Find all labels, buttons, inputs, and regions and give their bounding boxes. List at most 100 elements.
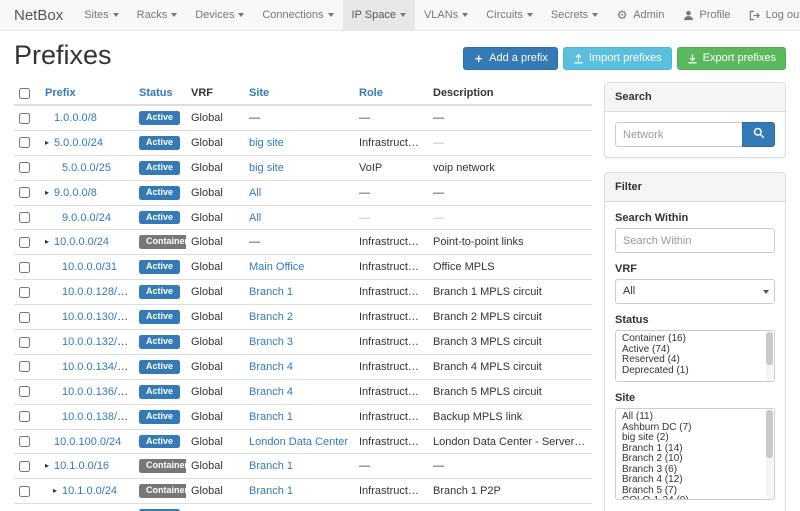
table-row: ▸10.0.0.0/24ContainerGlobal—Infrastructu… xyxy=(14,230,592,255)
site-link[interactable]: big site xyxy=(249,162,284,174)
site-link[interactable]: Branch 3 xyxy=(249,336,293,348)
site-link[interactable]: London Data Center xyxy=(249,436,348,448)
listbox-option[interactable]: Branch 4 (12) xyxy=(622,475,762,486)
nav-item-admin[interactable]: ⚙Admin xyxy=(607,0,673,30)
row-checkbox[interactable] xyxy=(19,237,30,248)
row-checkbox[interactable] xyxy=(19,411,30,422)
table-row: 10.0.100.0/24ActiveGlobalLondon Data Cen… xyxy=(14,429,592,454)
row-checkbox[interactable] xyxy=(19,312,30,323)
row-checkbox[interactable] xyxy=(19,337,30,348)
nav-item-connections[interactable]: Connections xyxy=(253,0,342,30)
column-sort-link[interactable]: Site xyxy=(249,87,269,99)
dropdown-caret-icon xyxy=(462,13,468,17)
prefix-link[interactable]: 5.0.0.0/25 xyxy=(62,162,111,174)
vrf-select[interactable]: All xyxy=(615,279,775,304)
search-input[interactable] xyxy=(615,122,742,147)
row-checkbox[interactable] xyxy=(19,162,30,173)
row-checkbox[interactable] xyxy=(19,187,30,198)
status-label: Status xyxy=(615,314,775,326)
prefix-link[interactable]: 10.0.100.0/24 xyxy=(54,436,121,448)
site-link[interactable]: All xyxy=(249,212,261,224)
row-checkbox[interactable] xyxy=(19,461,30,472)
listbox-option[interactable]: Deprecated (1) xyxy=(622,366,762,377)
row-checkbox[interactable] xyxy=(19,113,30,124)
nav-item-sites[interactable]: Sites xyxy=(75,0,127,30)
status-badge: Active xyxy=(139,211,180,225)
brand-logo[interactable]: NetBox xyxy=(12,0,75,30)
prefix-link[interactable]: 10.0.0.0/24 xyxy=(54,236,109,248)
nav-item-profile[interactable]: Profile xyxy=(673,0,739,30)
column-header-role[interactable]: Role xyxy=(354,82,428,105)
status-scrollbar[interactable] xyxy=(766,332,773,380)
description-cell: Branch 1 MPLS circuit xyxy=(428,280,592,305)
nav-item-vlans[interactable]: VLANs xyxy=(415,0,477,30)
nav-item-racks[interactable]: Racks xyxy=(128,0,187,30)
site-link[interactable]: Branch 4 xyxy=(249,386,293,398)
prefix-link[interactable]: 1.0.0.0/8 xyxy=(54,112,97,124)
vrf-cell: Global xyxy=(186,230,244,255)
prefix-link[interactable]: 10.0.0.138/31 xyxy=(62,411,129,423)
prefix-link[interactable]: 10.0.0.128/31 xyxy=(62,286,129,298)
listbox-option[interactable]: big site (2) xyxy=(622,433,762,444)
nav-item-secrets[interactable]: Secrets xyxy=(542,0,607,30)
listbox-option[interactable]: Reserved (4) xyxy=(622,355,762,366)
site-link[interactable]: Branch 1 xyxy=(249,411,293,423)
site-link[interactable]: All xyxy=(249,187,261,199)
row-checkbox[interactable] xyxy=(19,262,30,273)
prefix-link[interactable]: 5.0.0.0/24 xyxy=(54,137,103,149)
column-header-site[interactable]: Site xyxy=(244,82,354,105)
site-scrollbar[interactable] xyxy=(766,410,773,498)
listbox-option[interactable]: Branch 2 (10) xyxy=(622,454,762,465)
prefix-link[interactable]: 10.1.0.0/16 xyxy=(54,460,109,472)
site-listbox[interactable]: All (11)Ashburn DC (7)big site (2)Branch… xyxy=(615,408,775,500)
column-header-status[interactable]: Status xyxy=(134,82,186,105)
prefix-link[interactable]: 10.0.0.0/31 xyxy=(62,261,117,273)
nav-item-label: Admin xyxy=(633,9,664,21)
search-within-input[interactable] xyxy=(615,228,775,253)
nav-item-label: Devices xyxy=(195,9,234,21)
sidebar: Search Filter Search Within VRF xyxy=(604,82,786,511)
site-link[interactable]: Branch 1 xyxy=(249,286,293,298)
row-checkbox[interactable] xyxy=(19,361,30,372)
search-panel-title: Search xyxy=(605,83,785,112)
nav-item-circuits[interactable]: Circuits xyxy=(477,0,542,30)
column-sort-link[interactable]: Prefix xyxy=(45,87,76,99)
vrf-cell: Global xyxy=(186,479,244,504)
site-link[interactable]: Main Office xyxy=(249,261,304,273)
import-prefixes-button[interactable]: Import prefixes xyxy=(563,47,672,70)
row-checkbox[interactable] xyxy=(19,486,30,497)
listbox-option[interactable]: Container (16) xyxy=(622,334,762,345)
row-checkbox[interactable] xyxy=(19,436,30,447)
prefix-link[interactable]: 10.0.0.130/31 xyxy=(62,311,129,323)
nav-item-ip-space[interactable]: IP Space xyxy=(343,0,415,30)
prefix-link[interactable]: 10.0.0.132/31 xyxy=(62,336,129,348)
role-cell: Infrastructure xyxy=(354,305,428,330)
nav-item-log-out[interactable]: Log out xyxy=(740,0,800,30)
site-link[interactable]: Branch 2 xyxy=(249,311,293,323)
site-link[interactable]: big site xyxy=(249,137,284,149)
description-cell: Backup MPLS link xyxy=(428,404,592,429)
listbox-option[interactable]: All (11) xyxy=(622,412,762,423)
site-link[interactable]: Branch 1 xyxy=(249,485,293,497)
site-link[interactable]: Branch 1 xyxy=(249,460,293,472)
nav-item-devices[interactable]: Devices xyxy=(186,0,253,30)
prefix-link[interactable]: 10.0.0.136/31 xyxy=(62,386,129,398)
site-link[interactable]: Branch 4 xyxy=(249,361,293,373)
toggle-all-checkbox[interactable] xyxy=(19,88,30,99)
prefix-link[interactable]: 10.1.0.0/24 xyxy=(62,485,117,497)
status-listbox[interactable]: Container (16)Active (74)Reserved (4)Dep… xyxy=(615,330,775,382)
add-prefix-button[interactable]: + Add a prefix xyxy=(463,47,558,70)
row-checkbox[interactable] xyxy=(19,137,30,148)
prefix-link[interactable]: 9.0.0.0/24 xyxy=(62,212,111,224)
export-prefixes-button[interactable]: Export prefixes xyxy=(677,47,786,70)
prefix-link[interactable]: 9.0.0.0/8 xyxy=(54,187,97,199)
listbox-option[interactable]: COLO-1-24 (0) xyxy=(622,496,762,500)
column-header-prefix[interactable]: Prefix xyxy=(40,82,134,105)
column-sort-link[interactable]: Role xyxy=(359,87,383,99)
search-button[interactable] xyxy=(742,122,775,147)
prefix-link[interactable]: 10.0.0.134/31 xyxy=(62,361,129,373)
row-checkbox[interactable] xyxy=(19,287,30,298)
row-checkbox[interactable] xyxy=(19,212,30,223)
row-checkbox[interactable] xyxy=(19,386,30,397)
column-sort-link[interactable]: Status xyxy=(139,87,173,99)
